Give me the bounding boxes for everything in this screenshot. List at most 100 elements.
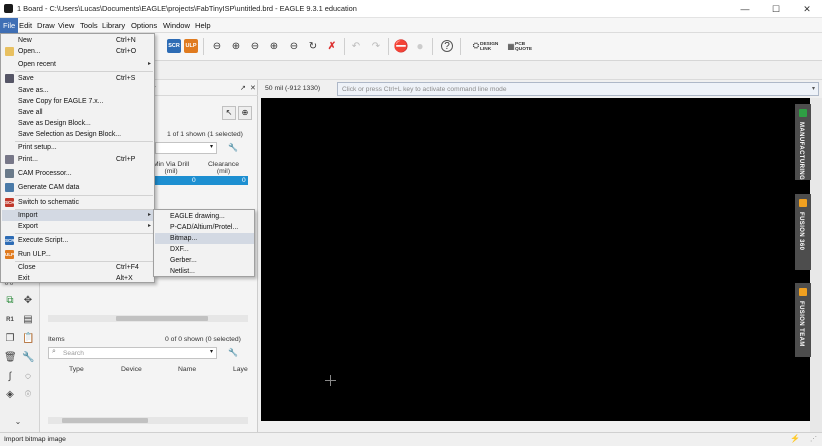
undo-icon[interactable]: ↶ [349,39,363,53]
group-icon[interactable]: ⧉ [4,295,16,307]
top-horizontal-scrollbar[interactable] [48,315,248,322]
float-panel-icon[interactable]: ↗ [240,84,246,92]
search-icon: ⌕ [52,348,56,355]
col-min-via-drill: Min Via Drill (mil) [153,161,190,175]
go-icon[interactable]: ● [413,39,427,53]
top-scroll-thumb[interactable] [116,316,208,321]
help-icon[interactable]: ? [441,40,453,52]
status-lightning-icon: ⚡ [790,434,800,443]
table-row-selected[interactable]: 0 0 [154,176,248,185]
canvas-header: 50 mil (-912 1330) Click or press Ctrl+L… [259,80,822,98]
items-search-input[interactable]: ⌕ Search ▾ [48,347,217,359]
menu-library[interactable]: Library [99,18,128,33]
import-submenu: EAGLE drawing... P-CAD/Altium/Protel... … [153,209,255,277]
ratsnest-icon[interactable]: ✗ [325,39,339,53]
import-gerber[interactable]: Gerber... [155,255,254,266]
fusion360-tab[interactable]: FUSION 360 [795,194,811,270]
menu-save[interactable]: Save Ctrl+S [2,73,154,84]
menu-options[interactable]: Options [128,18,160,33]
items-settings-icon[interactable]: 🔧 [228,348,238,357]
circle-icon[interactable]: ◌ [22,371,34,383]
label-icon[interactable]: ◈ [4,389,16,401]
menu-save-all[interactable]: Save all [2,107,154,118]
zoom-select-icon[interactable]: ⊕ [267,39,281,53]
menu-save-as[interactable]: Save as... [2,85,154,96]
menu-switch-to-schematic[interactable]: SCH Switch to schematic [2,197,154,208]
menu-import[interactable]: Import ▸ [2,210,154,221]
import-dxf[interactable]: DXF... [155,244,254,255]
command-history-dropdown-icon[interactable]: ▾ [812,85,815,92]
bottom-scroll-thumb[interactable] [62,418,148,423]
file-menu-dropdown: New Ctrl+N Open... Ctrl+O Open recent ▸ Sav… [0,33,155,283]
menu-window[interactable]: Window [160,18,193,33]
top-filter-dropdown[interactable]: ▾ [155,142,217,154]
menu-tools[interactable]: Tools [77,18,101,33]
zoom-out-icon[interactable]: ⊖ [248,39,262,53]
top-shown-count: 1 of 1 shown (1 selected) [167,131,243,138]
fusion-team-tab[interactable]: FUSION TEAM [795,283,811,357]
expand-toolbar-icon[interactable]: ⌄ [12,416,24,428]
col-device: Device [121,366,142,373]
import-bitmap[interactable]: Bitmap... [155,233,254,244]
bottom-horizontal-scrollbar[interactable] [48,417,248,424]
col-name: Name [178,366,197,373]
menu-new[interactable]: New Ctrl+N [2,35,154,46]
col-layer: Laye [233,366,248,373]
design-link-label[interactable]: DESIGN LINK [480,42,498,52]
script-button[interactable]: SCR [167,39,181,53]
menu-run-ulp[interactable]: ULP Run ULP... [2,249,154,260]
fusion360-icon [799,199,807,207]
menu-cam-processor[interactable]: CAM Processor... [2,168,154,179]
stop-icon[interactable]: ⛔ [394,39,409,53]
menu-print-setup[interactable]: Print setup... [2,142,154,153]
import-pcad-altium-protel[interactable]: P-CAD/Altium/Protel... [155,222,254,233]
copy-icon[interactable]: ❐ [4,333,16,345]
wire-icon[interactable]: ∫ [4,371,16,383]
eagle-app-icon [4,4,13,13]
import-eagle-drawing[interactable]: EAGLE drawing... [155,211,254,222]
menu-generate-cam[interactable]: Generate CAM data [2,182,154,193]
menu-edit[interactable]: Edit [16,18,35,33]
close-panel-icon[interactable]: ✕ [250,84,256,92]
delete-icon[interactable]: 🗑 [4,352,17,364]
script-icon: SCR [5,236,15,245]
col-clearance: Clearance (mil) [208,161,239,175]
import-netlist[interactable]: Netlist... [155,266,254,277]
zoom-fit-icon[interactable]: ⊖ [210,39,224,53]
info-icon[interactable]: ⓘ [22,389,34,401]
menu-save-selection-design-block[interactable]: Save Selection as Design Block... [2,129,154,140]
zoom-in-icon[interactable]: ⊕ [229,39,243,53]
close-window-button[interactable]: ✕ [792,0,822,18]
board-canvas[interactable] [261,98,810,421]
menu-help[interactable]: Help [192,18,214,33]
menu-print[interactable]: Print... Ctrl+P [2,154,154,165]
search-placeholder: Search [63,349,84,357]
menu-exit[interactable]: Exit Alt+X [2,273,154,284]
maximize-button[interactable]: ☐ [761,0,791,18]
menu-save-copy-eagle7[interactable]: Save Copy for EAGLE 7.x... [2,96,154,107]
menu-open-recent[interactable]: Open recent ▸ [2,59,154,70]
value-tool-icon[interactable]: ▤ [22,314,34,326]
select-tool-icon[interactable]: ↖ [222,106,236,120]
menu-save-design-block[interactable]: Save as Design Block... [2,118,154,129]
pcb-quote-label[interactable]: PCB QUOTE [515,42,532,52]
move-icon[interactable]: ✥ [22,295,34,307]
zoom-panel-icon[interactable]: ⊕ [238,106,252,120]
minimize-button[interactable]: — [730,0,760,18]
menu-view[interactable]: View [55,18,77,33]
name-tool-label[interactable]: R1 [4,314,16,326]
command-line-input[interactable]: Click or press Ctrl+L key to activate co… [337,82,819,96]
zoom-area-icon[interactable]: ⊖ [287,39,301,53]
redo-icon[interactable]: ↷ [369,39,383,53]
menu-close[interactable]: Close Ctrl+F4 [2,262,154,273]
top-settings-icon[interactable]: 🔧 [228,143,238,152]
ulp-button[interactable]: ULP [184,39,198,53]
items-label: Items [48,336,65,343]
redraw-icon[interactable]: ↻ [306,39,320,53]
menu-open[interactable]: Open... Ctrl+O [2,46,154,57]
menu-execute-script[interactable]: SCR Execute Script... [2,235,154,246]
menu-export[interactable]: Export ▸ [2,221,154,232]
manufacturing-tab[interactable]: MANUFACTURING [795,104,811,180]
wrench-icon[interactable]: 🔧 [22,352,34,364]
paste-icon[interactable]: 📋 [22,333,34,345]
